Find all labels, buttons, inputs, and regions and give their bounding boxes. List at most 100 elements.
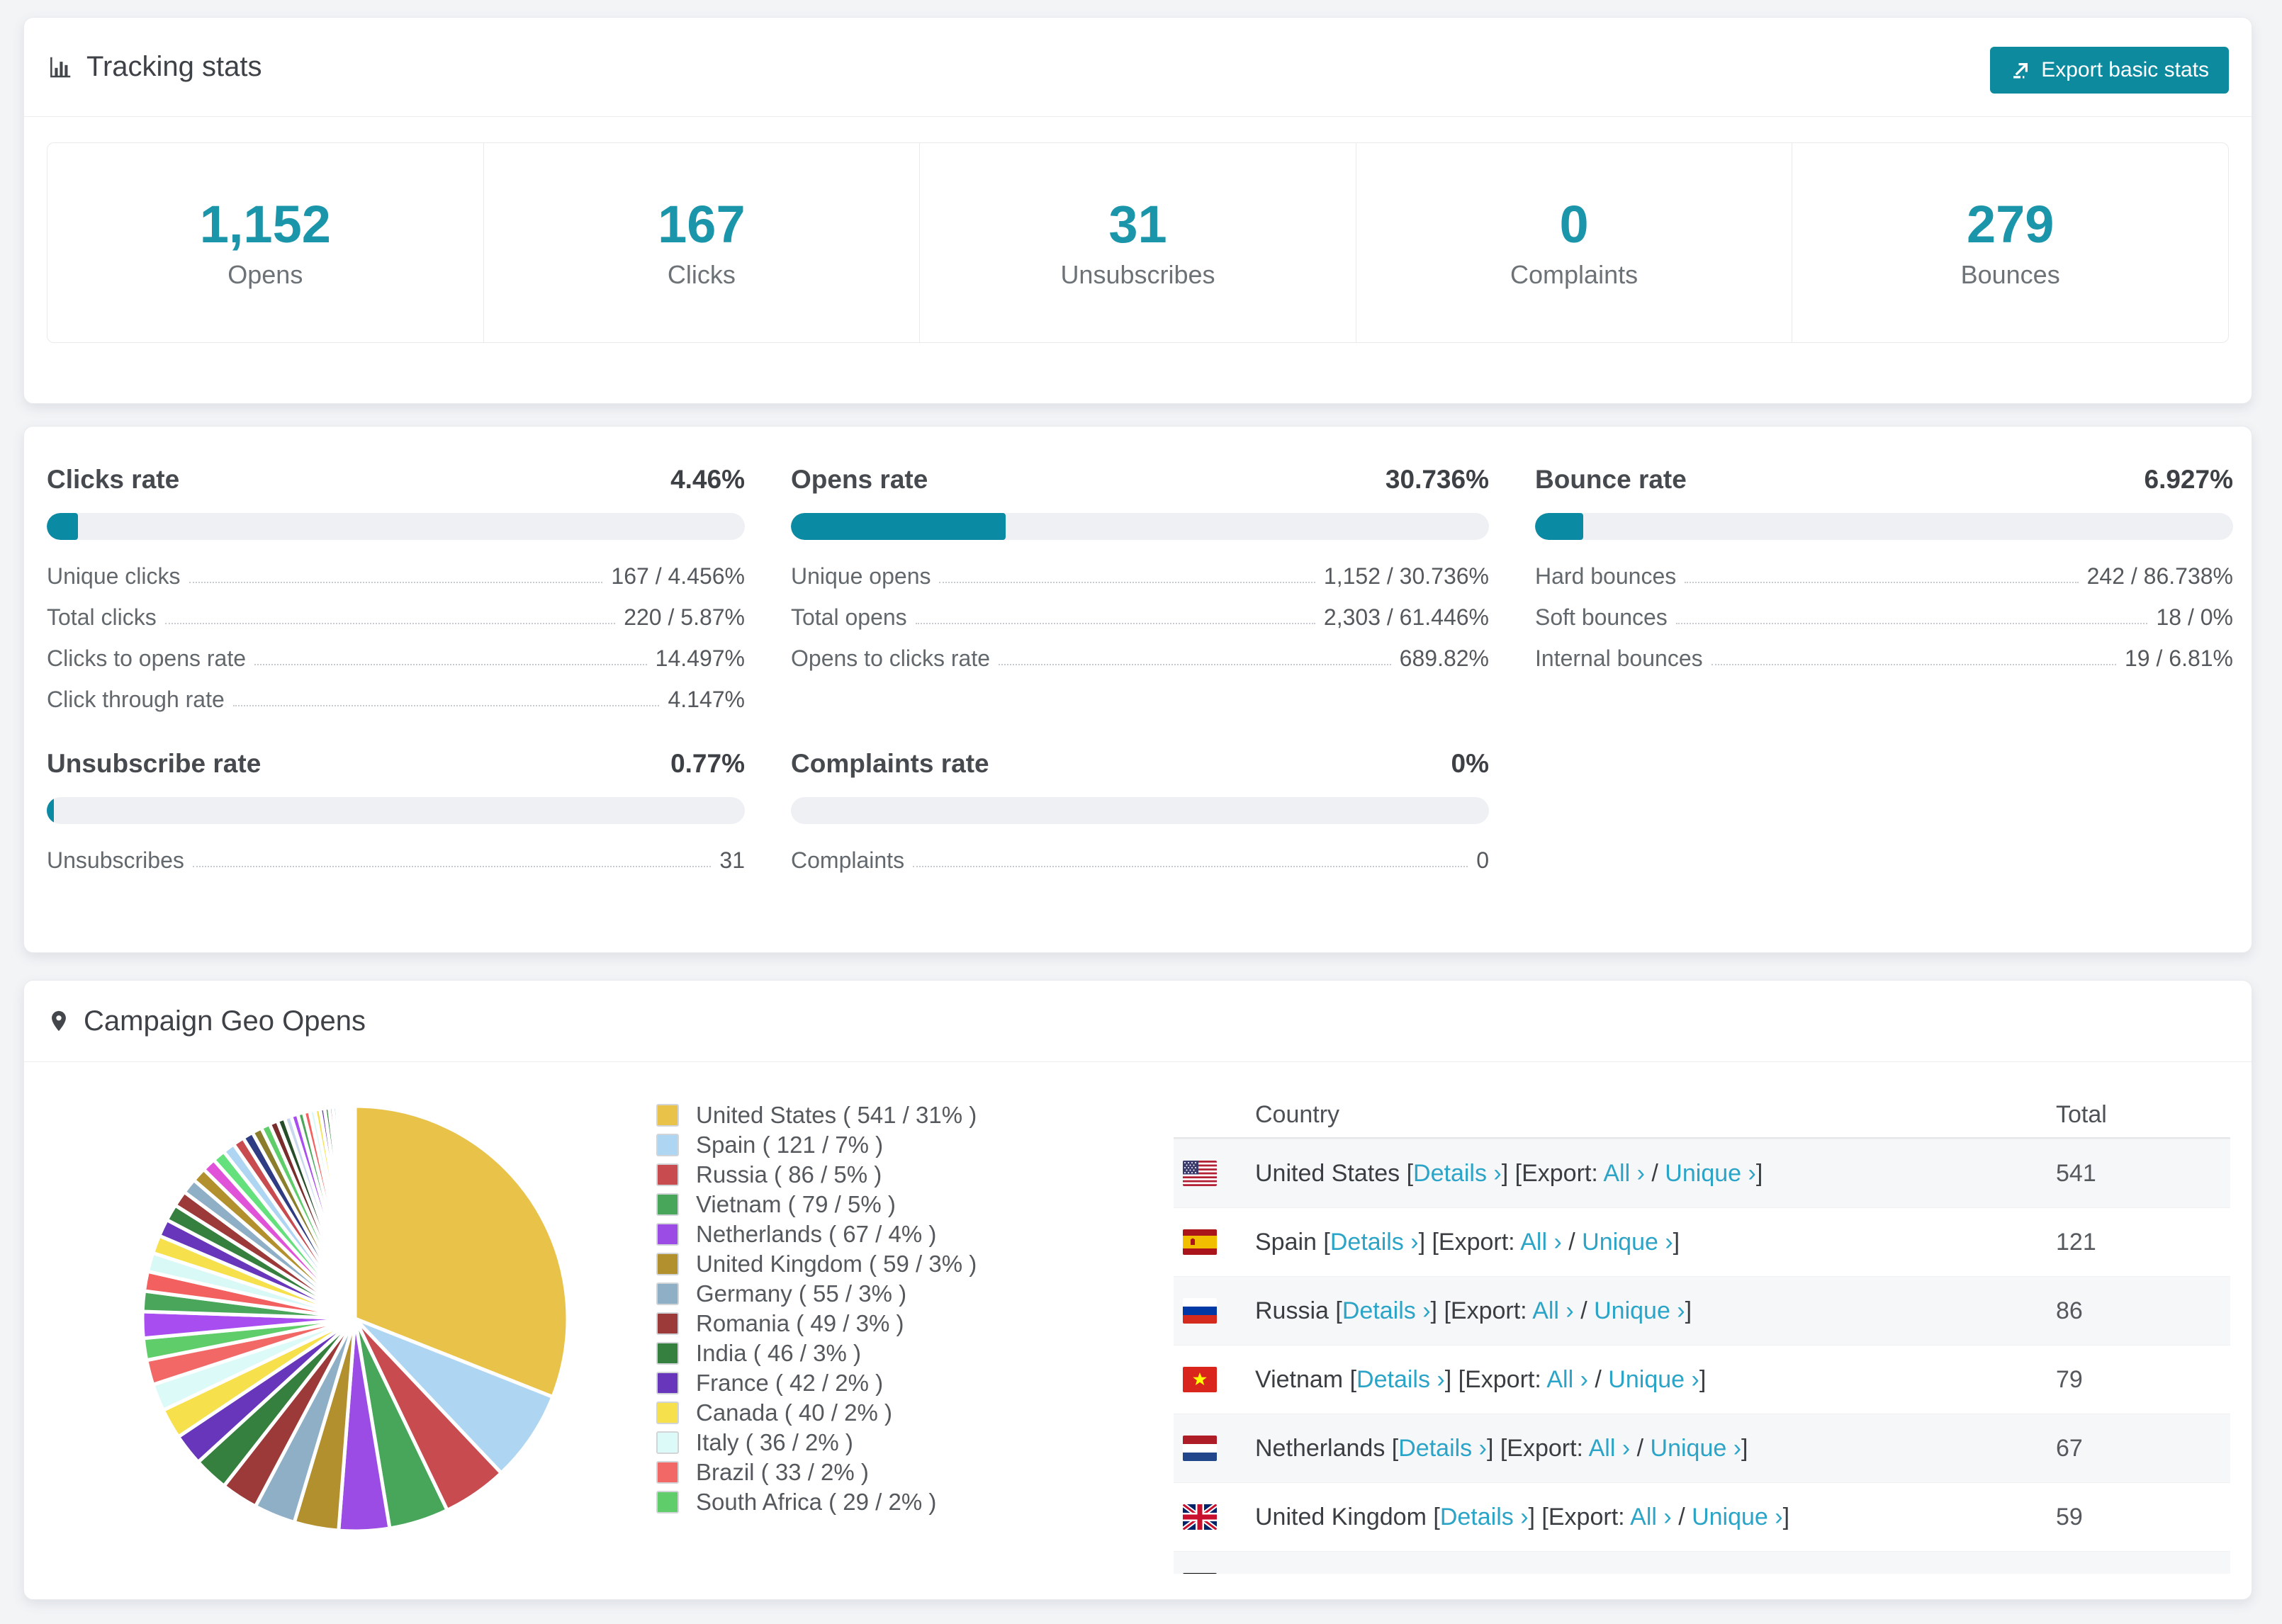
clicks-label: Clicks [667,259,736,289]
legend-item[interactable]: Netherlands ( 67 / 4% ) [656,1219,977,1249]
stat-row: Soft bounces 18 / 0% [1535,604,2233,630]
export-basic-stats-button[interactable]: Export basic stats [1990,46,2229,94]
stat-row: Opens to clicks rate 689.82% [791,645,1489,671]
flag-de-icon [1183,1573,1217,1574]
summary-bounces: 279 Bounces [1792,143,2228,342]
export-unique-link[interactable]: Unique › [1594,1297,1685,1324]
legend-item[interactable]: Canada ( 40 / 2% ) [656,1398,977,1428]
legend-item[interactable]: Italy ( 36 / 2% ) [656,1428,977,1457]
table-row-russia: Russia [Details ›] [Export: All › / Uniq… [1174,1276,2230,1345]
summary-unsubscribes: 31 Unsubscribes [920,143,1356,342]
export-unique-link[interactable]: Unique › [1582,1229,1673,1256]
legend-swatch [656,1402,679,1424]
pie-svg [140,1104,570,1533]
legend-item[interactable]: Vietnam ( 79 / 5% ) [656,1190,977,1219]
legend-swatch [656,1372,679,1394]
legend-item[interactable]: India ( 46 / 3% ) [656,1338,977,1368]
complaints-count: 0 [1559,194,1589,254]
export-all-link[interactable]: All › [1630,1504,1672,1530]
bounce-rate-title: Bounce rate [1535,465,1687,494]
legend-item[interactable]: South Africa ( 29 / 2% ) [656,1487,977,1517]
legend-swatch [656,1431,679,1454]
row-total: 79 [2056,1365,2083,1393]
summary-clicks: 167 Clicks [484,143,921,342]
export-unique-link[interactable]: Unique › [1665,1160,1756,1187]
export-unique-link[interactable]: Unique › [1608,1366,1699,1393]
stat-row: Unique opens 1,152 / 30.736% [791,563,1489,589]
bar-chart-icon [50,57,71,77]
legend-item[interactable]: Spain ( 121 / 7% ) [656,1130,977,1160]
row-total: 59 [2056,1503,2083,1530]
export-unique-link[interactable]: Unique › [1692,1504,1783,1530]
summary-opens: 1,152 Opens [47,143,484,342]
table-row-united-states: United States [Details ›] [Export: All ›… [1174,1139,2230,1207]
export-unique-link[interactable]: Unique › [1651,1435,1742,1462]
export-all-link[interactable]: All › [1520,1229,1562,1256]
export-unique-link[interactable]: Unique › [1619,1572,1711,1574]
export-icon [2013,62,2028,78]
export-all-link[interactable]: All › [1589,1435,1631,1462]
complaints-label: Complaints [1510,259,1639,289]
stat-row: Internal bounces 19 / 6.81% [1535,645,2233,671]
flag-us-icon [1183,1161,1217,1186]
row-total: 541 [2056,1159,2096,1187]
geo-pie-chart[interactable] [121,1085,589,1552]
campaign-geo-opens-card: Campaign Geo Opens United States ( 541 /… [23,980,2252,1600]
country-column-header: Country [1255,1100,1340,1128]
flag-gb-icon [1183,1504,1217,1530]
geo-legend: United States ( 541 / 31% ) Spain ( 121 … [656,1100,977,1517]
details-link[interactable]: Details › [1398,1435,1487,1462]
stat-row: Unsubscribes 31 [47,847,745,873]
details-link[interactable]: Details › [1342,1297,1431,1324]
legend-swatch [656,1461,679,1484]
legend-swatch [656,1193,679,1216]
legend-swatch [656,1491,679,1513]
legend-swatch [656,1312,679,1335]
legend-swatch [656,1163,679,1186]
details-link[interactable]: Details › [1413,1160,1502,1187]
table-row-netherlands: Netherlands [Details ›] [Export: All › /… [1174,1414,2230,1482]
legend-item[interactable]: United States ( 541 / 31% ) [656,1100,977,1130]
legend-item[interactable]: France ( 42 / 2% ) [656,1368,977,1398]
summary-strip: 1,152 Opens 167 Clicks 31 Unsubscribes 0… [47,142,2229,343]
bounces-count: 279 [1966,194,2055,254]
legend-item[interactable]: Brazil ( 33 / 2% ) [656,1457,977,1487]
legend-item[interactable]: Russia ( 86 / 5% ) [656,1160,977,1190]
flag-ru-icon [1183,1298,1217,1324]
clicks-rate-block: Clicks rate 4.46% Unique clicks 167 / 4.4… [47,465,745,720]
flag-es-icon [1183,1229,1217,1255]
export-all-link[interactable]: All › [1546,1366,1588,1393]
row-total: 86 [2056,1297,2083,1324]
table-row-vietnam: Vietnam [Details ›] [Export: All › / Uni… [1174,1345,2230,1414]
opens-rate-value: 30.736% [1385,465,1489,494]
total-column-header: Total [2056,1100,2107,1128]
details-link[interactable]: Details › [1330,1229,1419,1256]
tracking-stats-header: Tracking stats Export basic stats [24,18,2252,117]
legend-item[interactable]: Romania ( 49 / 3% ) [656,1309,977,1338]
row-total: 121 [2056,1228,2096,1256]
opens-count: 1,152 [199,194,331,254]
legend-swatch [656,1342,679,1365]
legend-item[interactable]: Germany ( 55 / 3% ) [656,1279,977,1309]
export-all-link[interactable]: All › [1603,1160,1645,1187]
table-row-united-kingdom: United Kingdom [Details ›] [Export: All … [1174,1482,2230,1551]
stat-row: Click through rate 4.147% [47,686,745,712]
details-link[interactable]: Details › [1440,1504,1529,1530]
details-link[interactable]: Details › [1356,1366,1445,1393]
legend-swatch [656,1104,679,1127]
geo-title: Campaign Geo Opens [47,1005,366,1037]
stat-row: Total clicks 220 / 5.87% [47,604,745,630]
details-link[interactable]: Details › [1368,1572,1456,1574]
legend-swatch [656,1134,679,1156]
flag-nl-icon [1183,1436,1217,1461]
export-all-link[interactable]: All › [1532,1297,1574,1324]
table-row-germany-partial: Germany [Details ›] [Export: All › / Uni… [1174,1551,2230,1574]
legend-item[interactable]: United Kingdom ( 59 / 3% ) [656,1249,977,1279]
export-all-link[interactable]: All › [1558,1572,1600,1574]
bounces-label: Bounces [1960,259,2060,289]
complaints-rate-title: Complaints rate [791,749,989,778]
rates-card: Clicks rate 4.46% Unique clicks 167 / 4.4… [23,426,2252,953]
tracking-stats-page: Tracking stats Export basic stats 1,152 … [0,0,2282,1624]
unsubscribe-rate-title: Unsubscribe rate [47,749,262,778]
complaints-rate-progressbar [791,797,1489,824]
